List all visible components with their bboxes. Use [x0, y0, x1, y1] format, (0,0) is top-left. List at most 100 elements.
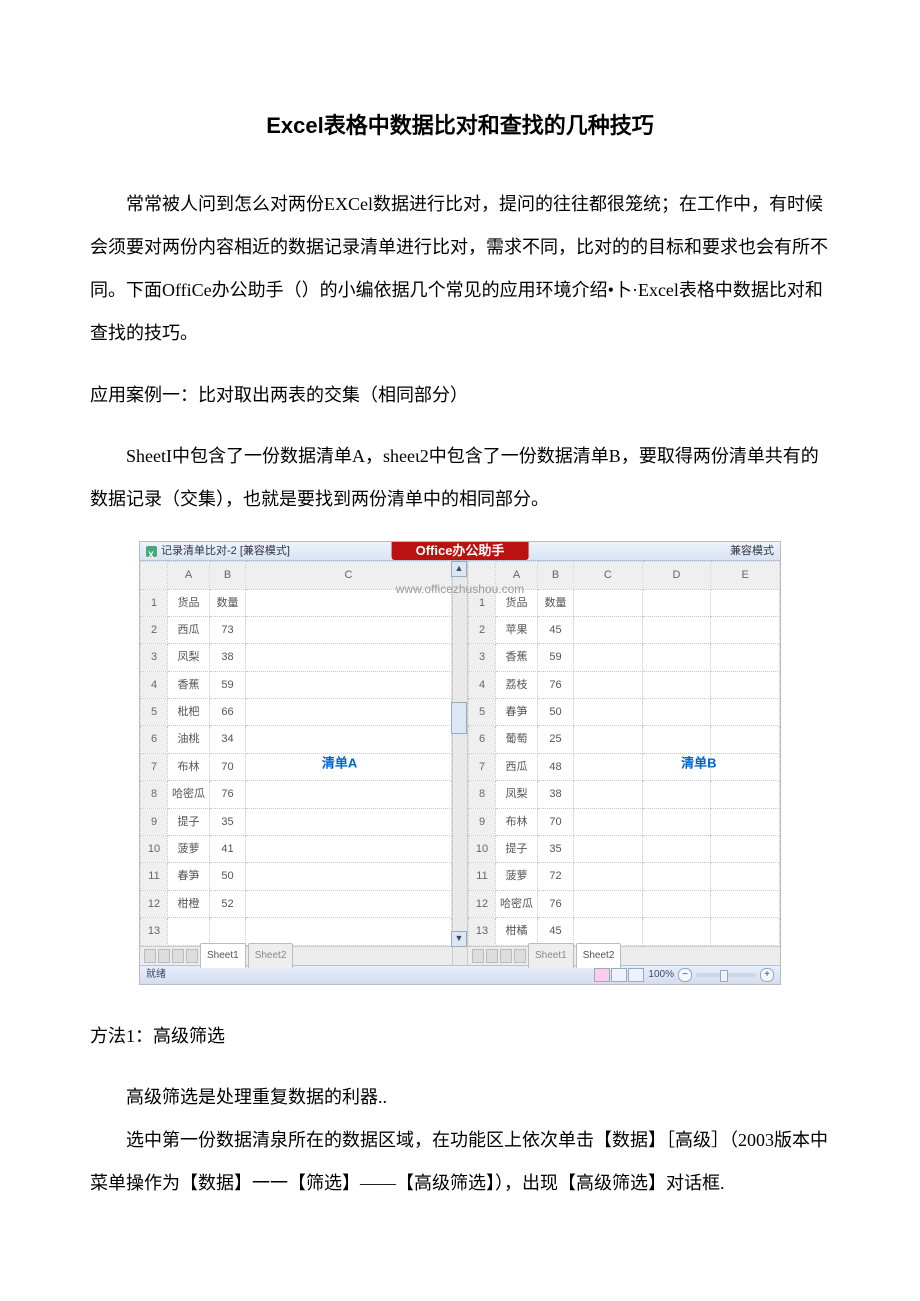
cell[interactable]	[642, 890, 711, 917]
cell[interactable]: 数量	[210, 589, 246, 616]
cell[interactable]	[711, 781, 780, 808]
cell[interactable]: 50	[538, 699, 574, 726]
zoom-in-button[interactable]: +	[760, 968, 774, 982]
cell[interactable]	[574, 753, 643, 780]
tab-nav-last[interactable]	[514, 949, 526, 963]
cell[interactable]	[642, 781, 711, 808]
cell[interactable]: 菠萝	[168, 836, 210, 863]
zoom-out-button[interactable]: −	[678, 968, 692, 982]
cell[interactable]: 59	[210, 671, 246, 698]
tab-sheet1[interactable]: Sheet1	[528, 943, 574, 968]
cell[interactable]	[246, 836, 452, 863]
row-header[interactable]: 7	[141, 753, 168, 780]
scroll-thumb[interactable]	[451, 702, 467, 734]
cell[interactable]	[246, 644, 452, 671]
row-header[interactable]: 13	[469, 918, 496, 945]
cell[interactable]: 50	[210, 863, 246, 890]
cell[interactable]: 西瓜	[496, 753, 538, 780]
cell[interactable]	[574, 616, 643, 643]
col-header-b[interactable]: B	[210, 562, 246, 589]
row-header[interactable]: 3	[141, 644, 168, 671]
cell[interactable]: 菠萝	[496, 863, 538, 890]
cell[interactable]	[642, 808, 711, 835]
tab-sheet2[interactable]: Sheet2	[248, 943, 294, 968]
cell[interactable]: 西瓜	[168, 616, 210, 643]
cell[interactable]	[574, 781, 643, 808]
cell[interactable]: 70	[538, 808, 574, 835]
cell[interactable]: 布林	[168, 753, 210, 780]
col-header-d[interactable]: D	[642, 562, 711, 589]
tab-sheet2[interactable]: Sheet2	[576, 943, 622, 968]
cell[interactable]	[642, 863, 711, 890]
cell[interactable]	[642, 836, 711, 863]
cell[interactable]: 油桃	[168, 726, 210, 753]
row-header[interactable]: 5	[141, 699, 168, 726]
cell[interactable]: 25	[538, 726, 574, 753]
cell[interactable]: 38	[210, 644, 246, 671]
corner-cell[interactable]	[141, 562, 168, 589]
cell[interactable]: 哈密瓜	[168, 781, 210, 808]
cell[interactable]	[711, 644, 780, 671]
row-header[interactable]: 11	[141, 863, 168, 890]
row-header[interactable]: 8	[469, 781, 496, 808]
cell[interactable]: 45	[538, 616, 574, 643]
cell[interactable]: 提子	[496, 836, 538, 863]
tab-nav-first[interactable]	[144, 949, 156, 963]
tab-nav-first[interactable]	[472, 949, 484, 963]
cell[interactable]	[574, 589, 643, 616]
col-header-e[interactable]: E	[711, 562, 780, 589]
cell[interactable]	[711, 808, 780, 835]
cell[interactable]	[246, 671, 452, 698]
row-header[interactable]: 5	[469, 699, 496, 726]
cell[interactable]: 76	[210, 781, 246, 808]
cell[interactable]	[711, 863, 780, 890]
cell[interactable]: 70	[210, 753, 246, 780]
cell[interactable]	[246, 726, 452, 753]
cell[interactable]	[642, 671, 711, 698]
cell[interactable]: 73	[210, 616, 246, 643]
cell[interactable]	[168, 918, 210, 945]
scroll-down-icon[interactable]: ▼	[451, 931, 467, 947]
tab-nav-prev[interactable]	[486, 949, 498, 963]
cell[interactable]: 春笋	[496, 699, 538, 726]
cell[interactable]: 数量	[538, 589, 574, 616]
cell[interactable]	[711, 836, 780, 863]
cell[interactable]	[711, 616, 780, 643]
tab-nav-next[interactable]	[500, 949, 512, 963]
row-header[interactable]: 11	[469, 863, 496, 890]
cell[interactable]	[642, 726, 711, 753]
cell[interactable]: 52	[210, 890, 246, 917]
cell[interactable]: 凤梨	[496, 781, 538, 808]
cell[interactable]: 76	[538, 890, 574, 917]
cell[interactable]: 香蕉	[168, 671, 210, 698]
row-header[interactable]: 4	[469, 671, 496, 698]
cell[interactable]: 38	[538, 781, 574, 808]
tab-nav-last[interactable]	[186, 949, 198, 963]
view-break-icon[interactable]	[628, 968, 644, 982]
tab-nav-prev[interactable]	[158, 949, 170, 963]
tab-nav-next[interactable]	[172, 949, 184, 963]
cell[interactable]	[642, 589, 711, 616]
cell[interactable]: 柑橘	[496, 918, 538, 945]
row-header[interactable]: 6	[469, 726, 496, 753]
cell[interactable]: 41	[210, 836, 246, 863]
cell[interactable]: 48	[538, 753, 574, 780]
row-header[interactable]: 8	[141, 781, 168, 808]
cell[interactable]	[642, 918, 711, 945]
cell[interactable]	[246, 781, 452, 808]
cell[interactable]	[711, 671, 780, 698]
row-header[interactable]: 3	[469, 644, 496, 671]
cell[interactable]	[574, 836, 643, 863]
cell[interactable]: 45	[538, 918, 574, 945]
cell[interactable]: 提子	[168, 808, 210, 835]
cell[interactable]: 34	[210, 726, 246, 753]
cell[interactable]	[642, 616, 711, 643]
cell[interactable]	[246, 616, 452, 643]
cell[interactable]	[711, 589, 780, 616]
cell[interactable]: 葡萄	[496, 726, 538, 753]
cell[interactable]: 72	[538, 863, 574, 890]
row-header[interactable]: 6	[141, 726, 168, 753]
cell[interactable]	[246, 918, 452, 945]
cell[interactable]: 76	[538, 671, 574, 698]
cell[interactable]	[711, 753, 780, 780]
